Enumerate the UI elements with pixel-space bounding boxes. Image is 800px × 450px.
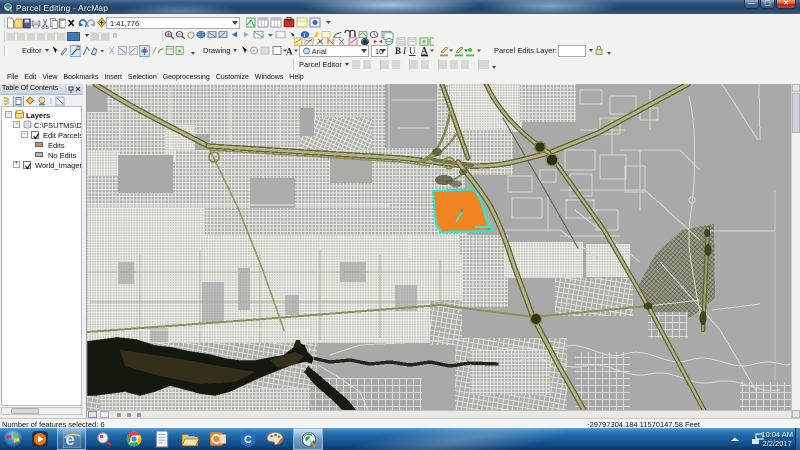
svg-text:I: I [402, 46, 407, 56]
svg-text:U: U [409, 46, 416, 56]
svg-text:e: e [65, 430, 74, 448]
svg-text:A: A [421, 46, 428, 56]
svg-text:A: A [286, 47, 293, 57]
svg-text:B: B [395, 46, 401, 56]
svg-text:C: C [244, 434, 252, 446]
